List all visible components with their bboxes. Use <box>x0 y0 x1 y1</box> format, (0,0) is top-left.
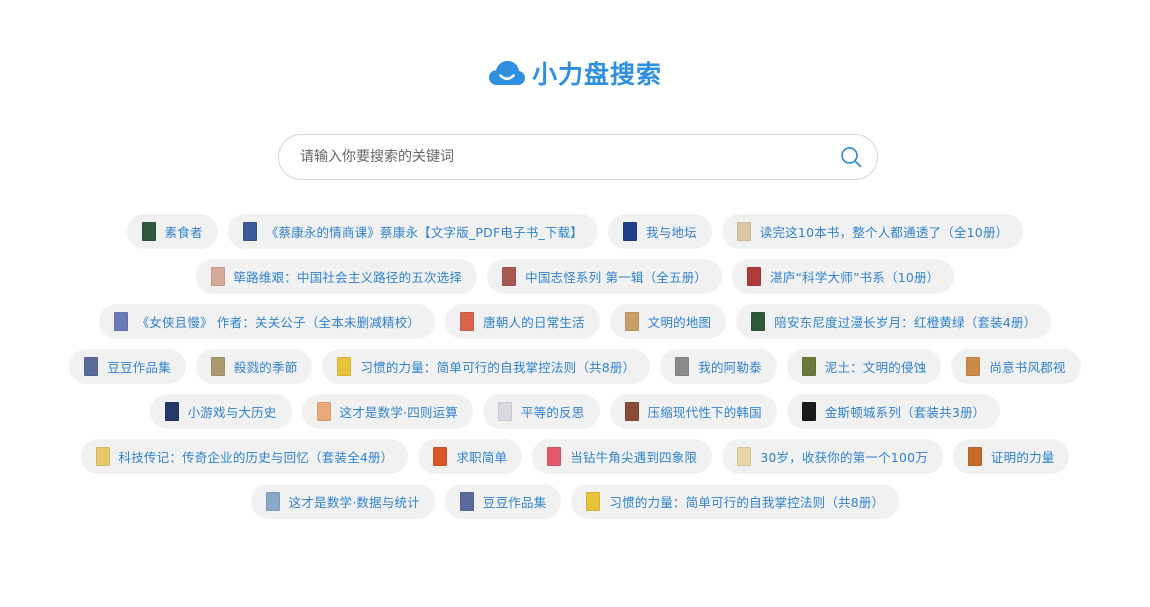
keyword-tag-label: 《女侠且慢》 作者：关关公子（全本未删减精校） <box>136 315 421 330</box>
keyword-tag-label: 科技传记：传奇企业的历史与回忆（套装全4册） <box>118 450 394 465</box>
keyword-tag-label: 小游戏与大历史 <box>187 405 277 420</box>
book-cover-icon <box>737 447 752 466</box>
book-cover-icon <box>547 447 562 466</box>
book-cover-icon <box>801 402 816 421</box>
keyword-tag[interactable]: 当钻牛角尖遇到四象限 <box>532 439 713 474</box>
keyword-tag-label: 30岁，收获你的第一个100万 <box>760 450 928 465</box>
book-cover-icon <box>433 447 448 466</box>
book-cover-icon <box>586 492 601 511</box>
keyword-tag-label: 我的阿勒泰 <box>698 360 762 375</box>
keyword-tag[interactable]: 陪安东尼度过漫长岁月：红橙黄绿（套装4册） <box>736 304 1052 339</box>
book-cover-icon <box>460 312 475 331</box>
keyword-tag-label: 文明的地图 <box>647 315 712 330</box>
book-cover-icon <box>210 357 225 376</box>
search-button[interactable] <box>825 135 877 179</box>
book-cover-icon <box>95 447 110 466</box>
keyword-tag[interactable]: 习惯的力量：简单可行的自我掌控法则（共8册） <box>322 349 651 384</box>
keyword-tag-label: 筚路维艰：中国社会主义路径的五次选择 <box>233 270 463 285</box>
keyword-tag-label: 平等的反思 <box>521 405 585 420</box>
keyword-tag-label: 读完这10本书，整个人都通透了（全10册） <box>759 225 1009 240</box>
keyword-tag[interactable]: 小游戏与大历史 <box>149 394 292 429</box>
book-cover-icon <box>736 222 751 241</box>
book-cover-icon <box>242 222 257 241</box>
keyword-tag-label: 证明的力量 <box>990 450 1055 465</box>
keyword-tag[interactable]: 读完这10本书，整个人都通透了（全10册） <box>721 214 1024 249</box>
book-cover-icon <box>164 402 179 421</box>
keyword-tag[interactable]: 唐朝人的日常生活 <box>445 304 600 339</box>
search-bar <box>278 134 878 180</box>
keyword-tag-label: 陪安东尼度过漫长岁月：红橙黄绿（套装4册） <box>774 315 1037 330</box>
keyword-tag[interactable]: 平等的反思 <box>483 394 600 429</box>
keyword-tag[interactable]: 金斯顿城系列（套装共3册） <box>786 394 1001 429</box>
keyword-tag-label: 湛庐“科学大师”书系（10册） <box>770 270 940 285</box>
keyword-tag[interactable]: 中国志怪系列 第一辑（全五册） <box>487 259 723 294</box>
book-cover-icon <box>967 447 982 466</box>
book-cover-icon <box>113 312 128 331</box>
book-cover-icon <box>675 357 690 376</box>
keyword-tag[interactable]: 我与地坛 <box>608 214 712 249</box>
keyword-tag[interactable]: 豆豆作品集 <box>444 484 562 519</box>
keyword-tag[interactable]: 这才是数学·数据与统计 <box>250 484 435 519</box>
keyword-tag[interactable]: 湛庐“科学大师”书系（10册） <box>732 259 955 294</box>
keyword-tag-label: 我与地坛 <box>646 225 697 240</box>
keyword-tag-label: 习惯的力量：简单可行的自我掌控法则（共8册） <box>609 495 885 510</box>
page: 小力盘搜索 素食者 《蔡康永的情商课》蔡康永【文字版_PDF电子书_下载】 我与地坛… <box>0 0 1150 607</box>
book-cover-icon <box>84 357 99 376</box>
keyword-tag[interactable]: 《女侠且慢》 作者：关关公子（全本未删减精校） <box>98 304 436 339</box>
keyword-tag-label: 这才是数学·四则运算 <box>339 405 458 420</box>
keyword-tag-label: 中国志怪系列 第一辑（全五册） <box>525 270 708 285</box>
book-cover-icon <box>210 267 225 286</box>
book-cover-icon <box>747 267 762 286</box>
hot-keyword-list: 素食者 《蔡康永的情商课》蔡康永【文字版_PDF电子书_下载】 我与地坛 读完这10本… <box>55 214 1095 519</box>
keyword-tag-label: 这才是数学·数据与统计 <box>288 495 420 510</box>
keyword-tag-label: 泥土：文明的侵蚀 <box>824 360 927 375</box>
book-cover-icon <box>966 357 981 376</box>
keyword-tag-label: 压缩现代性下的韩国 <box>647 405 762 420</box>
book-cover-icon <box>751 312 766 331</box>
keyword-tag[interactable]: 殺戮的季節 <box>195 349 313 384</box>
book-cover-icon <box>623 222 638 241</box>
keyword-tag[interactable]: 尚意书风郡视 <box>951 349 1081 384</box>
book-cover-icon <box>141 222 156 241</box>
keyword-tag[interactable]: 30岁，收获你的第一个100万 <box>722 439 943 474</box>
keyword-tag-label: 唐朝人的日常生活 <box>483 315 585 330</box>
keyword-tag-label: 求职简单 <box>456 450 508 465</box>
book-cover-icon <box>265 492 280 511</box>
keyword-tag[interactable]: 筚路维艰：中国社会主义路径的五次选择 <box>195 259 478 294</box>
keyword-tag-label: 豆豆作品集 <box>482 495 547 510</box>
keyword-tag[interactable]: 这才是数学·四则运算 <box>301 394 473 429</box>
brand-header: 小力盘搜索 <box>0 55 1150 91</box>
book-cover-icon <box>801 357 816 376</box>
keyword-tag[interactable]: 素食者 <box>126 214 218 249</box>
keyword-tag-label: 殺戮的季節 <box>233 360 298 375</box>
keyword-tag[interactable]: 求职简单 <box>418 439 523 474</box>
keyword-tag[interactable]: 《蔡康永的情商课》蔡康永【文字版_PDF电子书_下载】 <box>227 214 599 249</box>
book-cover-icon <box>459 492 474 511</box>
book-cover-icon <box>502 267 517 286</box>
book-cover-icon <box>498 402 512 421</box>
keyword-tag[interactable]: 豆豆作品集 <box>69 349 186 384</box>
book-cover-icon <box>624 312 639 331</box>
keyword-tag[interactable]: 证明的力量 <box>952 439 1070 474</box>
keyword-tag-label: 豆豆作品集 <box>107 360 171 375</box>
keyword-tag[interactable]: 压缩现代性下的韩国 <box>609 394 777 429</box>
keyword-tag-label: 金斯顿城系列（套装共3册） <box>824 405 986 420</box>
book-cover-icon <box>624 402 639 421</box>
keyword-tag-label: 习惯的力量：简单可行的自我掌控法则（共8册） <box>360 360 636 375</box>
keyword-tag-label: 《蔡康永的情商课》蔡康永【文字版_PDF电子书_下载】 <box>265 225 584 240</box>
keyword-tag-label: 素食者 <box>164 225 203 240</box>
keyword-tag[interactable]: 我的阿勒泰 <box>660 349 777 384</box>
search-input[interactable] <box>279 135 825 179</box>
keyword-tag[interactable]: 文明的地图 <box>609 304 727 339</box>
keyword-tag[interactable]: 泥土：文明的侵蚀 <box>786 349 942 384</box>
search-icon <box>841 147 862 168</box>
book-cover-icon <box>337 357 352 376</box>
keyword-tag-label: 尚意书风郡视 <box>989 360 1066 375</box>
keyword-tag-label: 当钻牛角尖遇到四象限 <box>570 450 698 465</box>
keyword-tag[interactable]: 习惯的力量：简单可行的自我掌控法则（共8册） <box>571 484 900 519</box>
book-cover-icon <box>316 402 331 421</box>
keyword-tag[interactable]: 科技传记：传奇企业的历史与回忆（套装全4册） <box>80 439 409 474</box>
cloud-smile-icon <box>488 61 525 85</box>
site-title: 小力盘搜索 <box>531 60 662 89</box>
